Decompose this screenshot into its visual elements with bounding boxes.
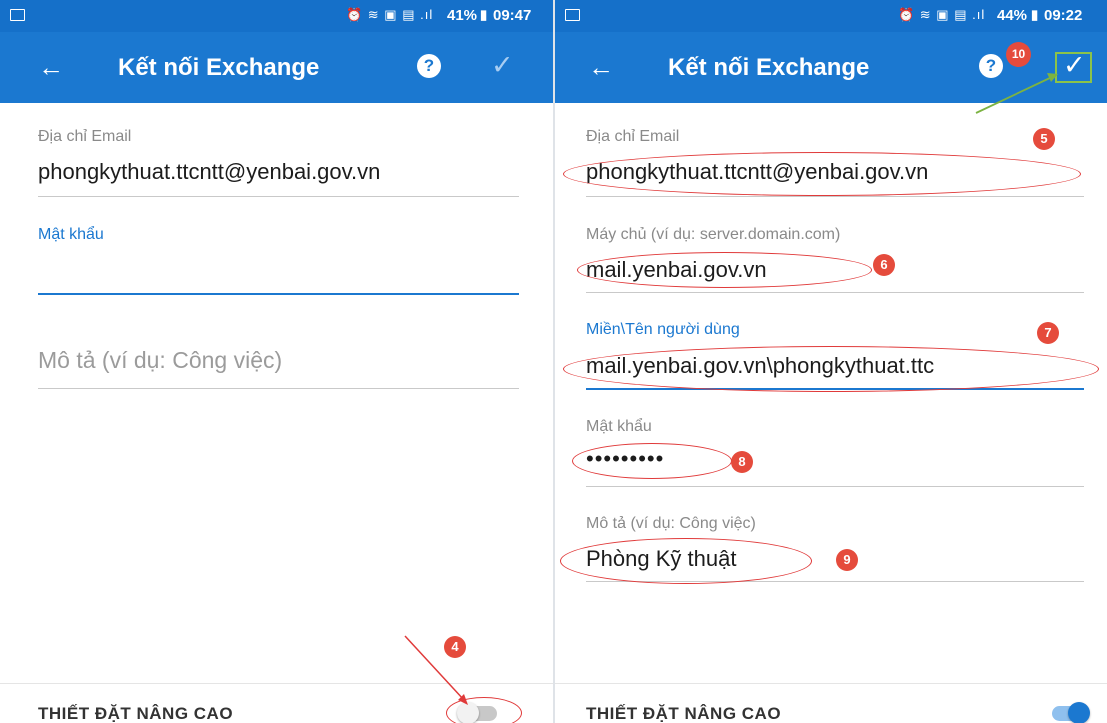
right-screen: ⏰ ≋ ▣ ▤ .ıl 44% ▮ 09:22 ← Kết nối Exchan… bbox=[555, 0, 1107, 723]
annotation-arrow bbox=[975, 73, 1058, 114]
left-screen: ⏰ ≋ ▣ ▤ .ıl 41% ▮ 09:47 ← Kết nối Exchan… bbox=[0, 0, 553, 723]
annotation-arrow bbox=[404, 635, 468, 705]
